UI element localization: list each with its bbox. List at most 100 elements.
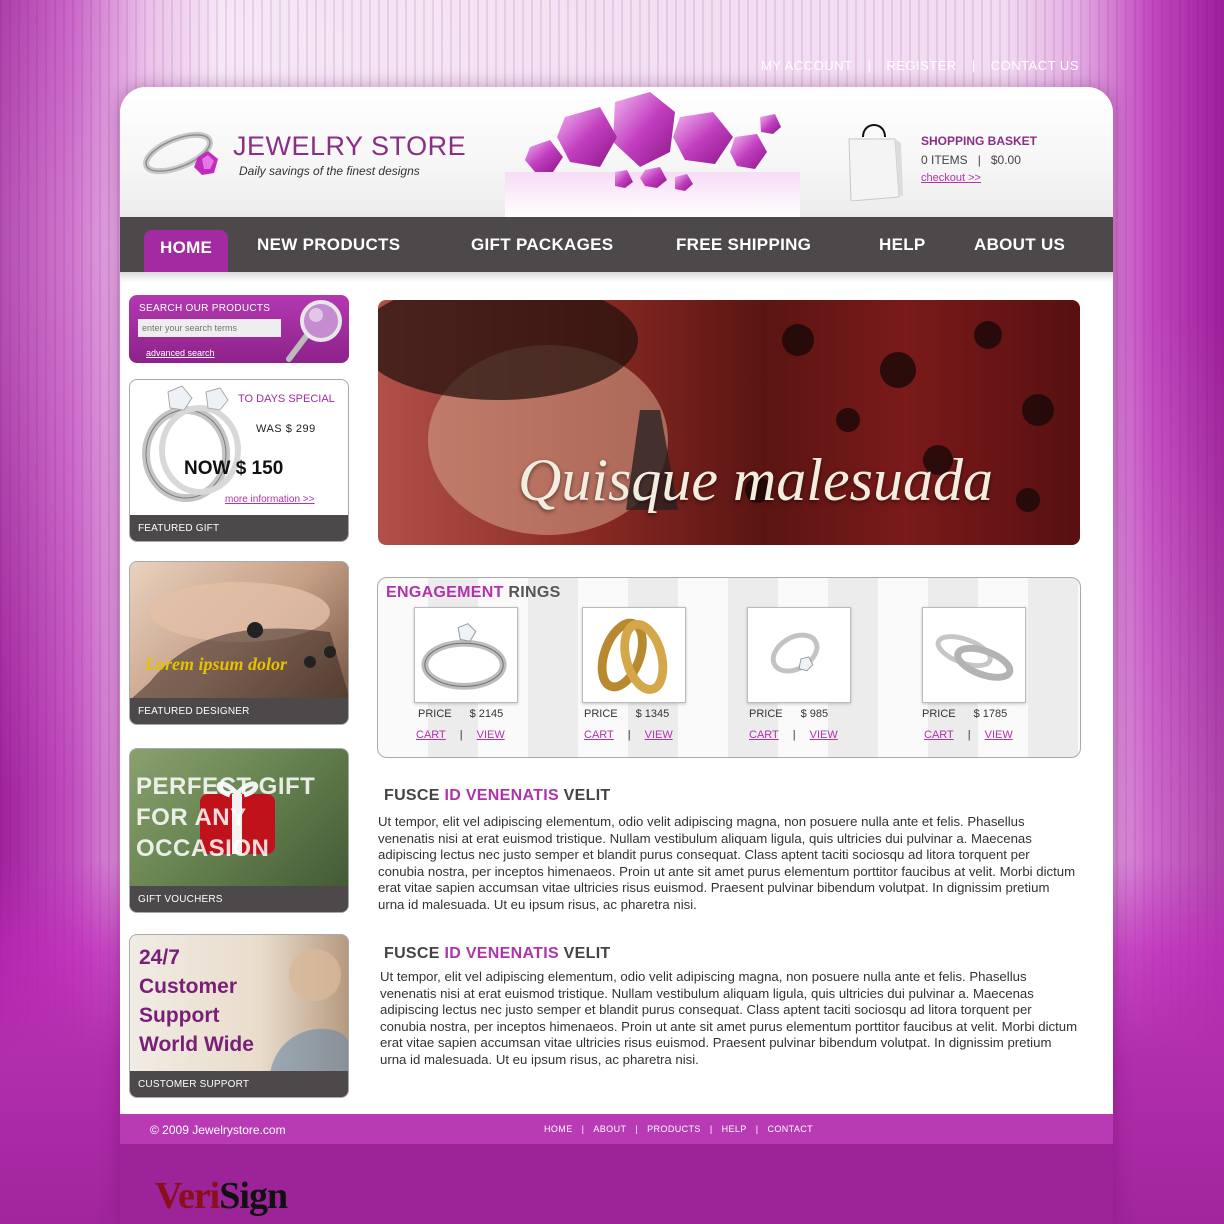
footer-separator: |: [581, 1124, 585, 1134]
cart-link[interactable]: CART: [416, 729, 446, 741]
article-title-part: VELIT: [563, 787, 611, 804]
copyright: © 2009 Jewelrystore.com: [150, 1123, 286, 1137]
main-nav: HOME NEW PRODUCTS GIFT PACKAGES FREE SHI…: [120, 217, 1113, 272]
footer-link-products[interactable]: PRODUCTS: [647, 1124, 701, 1134]
advanced-search-link[interactable]: advanced search: [146, 348, 215, 358]
basket-separator: |: [977, 153, 981, 167]
rings-title-rest: RINGS: [508, 584, 561, 601]
footer-link-home[interactable]: HOME: [544, 1124, 573, 1134]
ring-logo-icon[interactable]: [140, 119, 226, 189]
nav-gift-packages[interactable]: GIFT PACKAGES: [471, 217, 613, 272]
link-separator: |: [792, 729, 796, 741]
todays-special-panel[interactable]: TO DAYS SPECIAL WAS $ 299 NOW $ 150 more…: [129, 379, 349, 542]
article-title-part: FUSCE: [384, 945, 440, 962]
footer-link-help[interactable]: HELP: [722, 1124, 747, 1134]
nav-home[interactable]: HOME: [144, 230, 229, 272]
top-links: MY ACCOUNT | REGISTER | CONTACT US: [761, 58, 1079, 73]
diamond-ring-icon: [142, 385, 241, 502]
special-title: TO DAYS SPECIAL: [238, 393, 335, 405]
search-panel: SEARCH OUR PRODUCTS advanced search: [129, 295, 349, 363]
cart-link[interactable]: CART: [749, 729, 779, 741]
price-value: $ 1345: [635, 708, 670, 720]
cart-link[interactable]: CART: [924, 729, 954, 741]
view-link[interactable]: VIEW: [645, 729, 673, 741]
verisign-logo-part: Sign: [219, 1175, 288, 1217]
article-body: Ut tempor, elit vel adipiscing elementum…: [380, 969, 1078, 1067]
footer-bar: © 2009 Jewelrystore.com HOME | ABOUT | P…: [120, 1114, 1113, 1144]
support-line-1: 24/7: [139, 946, 180, 969]
featured-designer-panel[interactable]: Lorem ipsum dolor FEATURED DESIGNER: [129, 561, 349, 725]
gift-line-1: PERFECT GIFT: [136, 773, 316, 800]
view-link[interactable]: VIEW: [985, 729, 1013, 741]
hand-ring-image: [130, 582, 348, 700]
nav-new-products[interactable]: NEW PRODUCTS: [257, 217, 400, 272]
rings-title-accent: ENGAGEMENT: [386, 584, 504, 601]
article-title: FUSCE ID VENENATIS VELIT: [384, 945, 611, 963]
banner-headline: Quisque malesuada: [518, 447, 993, 513]
ring-product-image[interactable]: [414, 607, 518, 703]
link-separator: |: [627, 729, 631, 741]
my-account-link[interactable]: MY ACCOUNT: [761, 58, 852, 73]
magnifier-icon[interactable]: [283, 297, 347, 363]
price-value: $ 985: [800, 708, 829, 720]
register-link[interactable]: REGISTER: [886, 58, 956, 73]
top-link-separator: |: [971, 58, 976, 73]
gift-vouchers-caption: GIFT VOUCHERS: [130, 886, 348, 912]
nav-free-shipping[interactable]: FREE SHIPPING: [676, 217, 811, 272]
gift-line-2: FOR ANY: [136, 804, 247, 831]
solitaire-ring-icon: [421, 623, 507, 690]
support-line-4: World Wide: [139, 1033, 254, 1056]
search-input[interactable]: [138, 319, 281, 337]
footer-link-about[interactable]: ABOUT: [593, 1124, 626, 1134]
shopping-bag-icon[interactable]: [845, 119, 903, 201]
top-link-separator: |: [867, 58, 872, 73]
nav-help[interactable]: HELP: [879, 217, 926, 272]
rings-title: ENGAGEMENT RINGS: [386, 584, 561, 602]
footer-link-contact[interactable]: CONTACT: [767, 1124, 813, 1134]
price-label: PRICE: [584, 708, 618, 720]
engagement-rings-panel: ENGAGEMENT RINGS PRICE $ 2145 CART | VIEW P…: [377, 577, 1081, 758]
footer-separator: |: [755, 1124, 759, 1134]
support-headline: 24/7 Customer Support World Wide: [139, 943, 254, 1059]
featured-designer-caption: FEATURED DESIGNER: [130, 698, 348, 724]
ring-product-image[interactable]: [747, 607, 851, 703]
link-separator: |: [967, 729, 971, 741]
ring-product-image[interactable]: [582, 607, 686, 703]
cart-link[interactable]: CART: [584, 729, 614, 741]
ring-price: PRICE $ 1785: [922, 708, 1007, 720]
nav-about-us[interactable]: ABOUT US: [974, 217, 1065, 272]
ring-actions: CART | VIEW: [416, 729, 505, 741]
article-title: FUSCE ID VENENATIS VELIT: [384, 787, 611, 805]
silver-ring-icon: [770, 632, 820, 674]
customer-support-caption: CUSTOMER SUPPORT: [130, 1071, 348, 1097]
support-line-3: Support: [139, 1004, 220, 1027]
ring-product-image[interactable]: [922, 607, 1026, 703]
view-link[interactable]: VIEW: [477, 729, 505, 741]
checkout-link[interactable]: checkout >>: [921, 172, 981, 184]
customer-support-panel[interactable]: 24/7 Customer Support World Wide CUSTOME…: [129, 934, 349, 1098]
gift-vouchers-panel[interactable]: PERFECT GIFT FOR ANY OCCASION GIFT VOUCH…: [129, 748, 349, 913]
verisign-logo[interactable]: VeriSign: [155, 1174, 288, 1218]
hero-banner[interactable]: Quisque malesuada: [378, 300, 1080, 545]
header: JEWELRY STORE Daily savings of the fines…: [120, 87, 1113, 217]
special-was-price: WAS $ 299: [256, 423, 316, 435]
view-link[interactable]: VIEW: [810, 729, 838, 741]
page-container: JEWELRY STORE Daily savings of the fines…: [120, 87, 1113, 1224]
special-now-price: NOW $ 150: [184, 458, 284, 479]
footer-links: HOME | ABOUT | PRODUCTS | HELP | CONTACT: [544, 1124, 813, 1134]
article-title-accent: ID VENENATIS: [444, 945, 559, 962]
basket-title: SHOPPING BASKET: [921, 134, 1038, 148]
price-value: $ 1785: [973, 708, 1008, 720]
article-title-part: FUSCE: [384, 787, 440, 804]
basket-total: $0.00: [990, 153, 1021, 167]
contact-us-link[interactable]: CONTACT US: [991, 58, 1079, 73]
search-title: SEARCH OUR PRODUCTS: [139, 303, 271, 314]
store-title[interactable]: JEWELRY STORE: [233, 131, 466, 162]
designer-tagline: Lorem ipsum dolor: [145, 654, 288, 674]
price-value: $ 2145: [469, 708, 504, 720]
wedding-set-icon: [935, 634, 1014, 681]
support-line-2: Customer: [139, 975, 238, 998]
nav-shadow: [120, 272, 1113, 282]
more-information-link[interactable]: more information >>: [225, 494, 315, 505]
footer-lower: VeriSign: [120, 1144, 1113, 1224]
